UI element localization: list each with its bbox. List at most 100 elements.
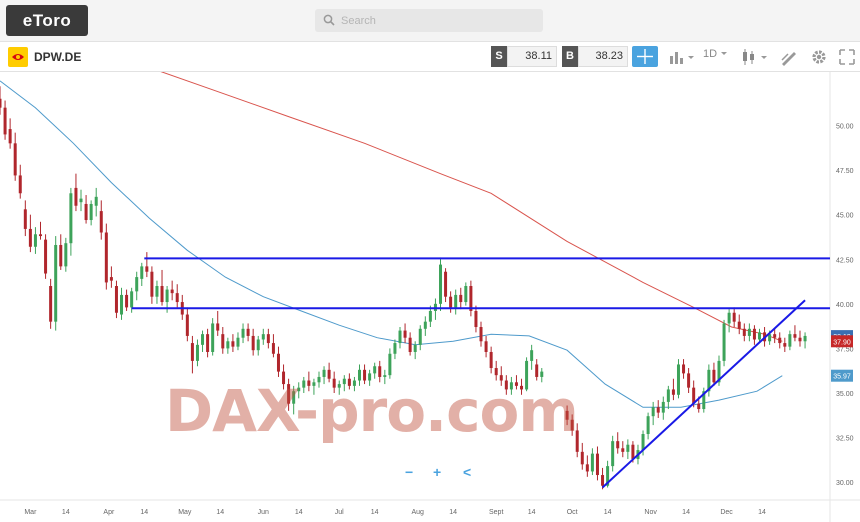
candle (626, 439, 630, 459)
candle (236, 332, 240, 351)
candle (651, 401, 655, 426)
candle-body (595, 453, 599, 476)
x-tick-label: Nov (644, 509, 657, 516)
chart-type-icon[interactable] (668, 48, 696, 66)
timeframe-selector[interactable]: 1D (703, 48, 728, 60)
candle-body (322, 369, 326, 377)
candle-body (783, 343, 787, 347)
search-box[interactable] (315, 9, 543, 32)
candle-body (535, 364, 539, 377)
candle (474, 305, 478, 333)
share-icon[interactable]: < (463, 464, 471, 480)
candle (231, 334, 235, 352)
candle-body (114, 286, 118, 313)
candle-body (216, 323, 220, 331)
candle-body (727, 312, 731, 324)
candle (251, 328, 255, 356)
candle-body (601, 475, 605, 486)
candle-body (428, 310, 432, 322)
candle-body (408, 337, 412, 352)
instrument-logo-icon (8, 47, 28, 67)
candle (418, 325, 422, 351)
candle-body (530, 350, 534, 361)
candle-body (393, 343, 397, 354)
candle-body (489, 351, 493, 369)
buy-price[interactable]: 38.23 (578, 46, 628, 67)
sell-price[interactable]: 38.11 (507, 46, 557, 67)
candle-body (687, 373, 691, 388)
candle (778, 332, 782, 349)
candle (44, 234, 48, 279)
candle-body (423, 321, 427, 329)
zoom-out-icon[interactable]: − (405, 464, 413, 480)
candle (120, 287, 124, 320)
candle (104, 223, 108, 290)
candle (393, 339, 397, 360)
instrument-symbol[interactable]: DPW.DE (34, 50, 81, 64)
candle-body (676, 364, 680, 395)
candlestick-icon[interactable] (740, 48, 770, 66)
candle-body (798, 337, 802, 342)
price-chart[interactable]: 50.00 47.50 45.00 42.50 40.00 37.50 35.00 32.50… (0, 72, 860, 522)
candle-body (3, 107, 7, 135)
candle (18, 164, 22, 199)
candle (64, 237, 68, 272)
candle (722, 319, 726, 367)
candle (195, 339, 199, 367)
candle (676, 359, 680, 399)
price-badge-ma: 35.97 (831, 369, 853, 382)
watermark-text: DAX-pro.com (165, 377, 579, 445)
candle-body (79, 198, 83, 203)
candle-body (221, 334, 225, 349)
candle-body (74, 187, 78, 206)
candle-body (479, 327, 483, 342)
candle (449, 291, 453, 313)
search-input[interactable] (341, 12, 531, 29)
candle (616, 432, 620, 454)
candle-body (145, 266, 149, 272)
candle (671, 378, 675, 401)
buy-label[interactable]: B (562, 46, 578, 67)
candle-body (99, 211, 103, 233)
candle (469, 280, 473, 317)
candle-body (793, 334, 797, 338)
candle-body (185, 314, 189, 336)
candle (454, 289, 458, 315)
settings-gear-icon[interactable] (810, 48, 828, 66)
x-tick-label: Jul (335, 509, 344, 516)
candlestick-chart[interactable]: 50.00 47.50 45.00 42.50 40.00 37.50 35.00 32.50… (0, 72, 860, 522)
candle-body (160, 286, 164, 303)
candle-body (236, 337, 240, 347)
zoom-in-icon[interactable]: + (433, 464, 441, 480)
candle (49, 278, 53, 329)
candle (773, 328, 777, 344)
candle-body (378, 366, 382, 377)
candle-body (8, 129, 12, 144)
sell-label[interactable]: S (491, 46, 507, 67)
candle-body (0, 98, 2, 108)
candle-body (165, 289, 169, 303)
candle (408, 332, 412, 356)
candle-body (666, 389, 670, 402)
y-tick-label: 45.00 (836, 213, 854, 220)
candle (13, 132, 17, 181)
candle-body (211, 323, 215, 352)
candle (479, 321, 483, 347)
candle (580, 442, 584, 470)
drawing-tool-icon[interactable] (780, 48, 798, 66)
candle-body (439, 264, 443, 304)
candle (256, 335, 260, 356)
candle-body (23, 209, 27, 229)
candle-body (671, 389, 675, 395)
candle-body (788, 334, 792, 347)
candle-body (373, 366, 377, 374)
y-tick-label: 40.00 (836, 302, 854, 309)
candle-body (13, 143, 17, 176)
x-tick-label: 14 (62, 509, 70, 516)
candle-body (84, 203, 88, 221)
candle (661, 396, 665, 420)
crosshair-button[interactable] (632, 46, 658, 67)
expand-icon[interactable] (838, 48, 856, 66)
etoro-logo[interactable]: eToro (6, 5, 88, 36)
crosshair-icon (637, 49, 653, 64)
